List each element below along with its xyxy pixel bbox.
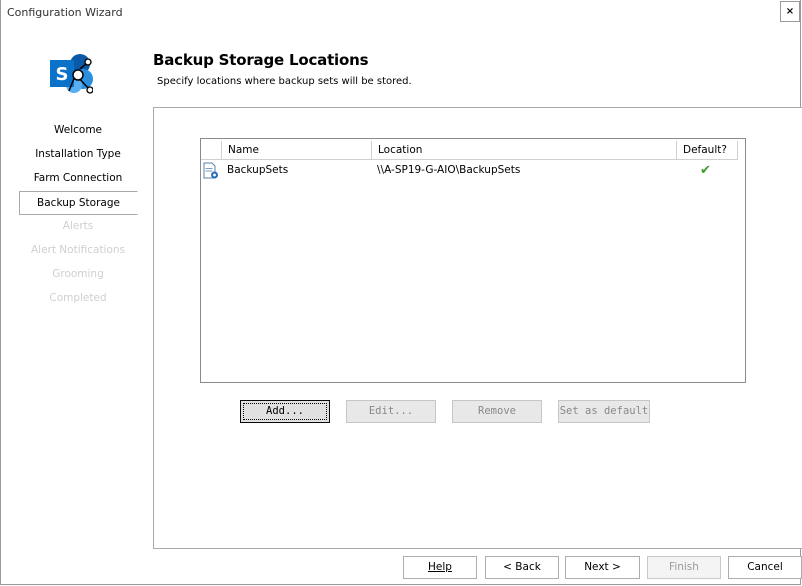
list-header: Name Location Default? xyxy=(201,139,745,160)
backup-locations-list[interactable]: Name Location Default? BackupSets \\A-SP… xyxy=(200,138,746,383)
step-grooming: Grooming xyxy=(52,268,104,280)
table-row[interactable]: BackupSets \\A-SP19-G-AIO\BackupSets ✔ xyxy=(201,161,745,181)
sharepoint-logo-icon: S xyxy=(50,54,93,94)
step-farm-connection[interactable]: Farm Connection xyxy=(19,167,137,191)
add-button[interactable]: Add... xyxy=(240,400,330,423)
page-subtitle: Specify locations where backup sets will… xyxy=(157,76,412,87)
column-header-location[interactable]: Location xyxy=(371,141,676,160)
configuration-wizard-window: Configuration Wizard × S Backup Storage … xyxy=(0,0,802,585)
next-button[interactable]: Next > xyxy=(565,556,640,579)
set-default-button[interactable]: Set as default xyxy=(558,400,650,423)
page-title: Backup Storage Locations xyxy=(153,51,369,69)
title-bar: Configuration Wizard × xyxy=(1,0,800,26)
step-installation-type[interactable]: Installation Type xyxy=(19,143,137,167)
checkmark-icon: ✔ xyxy=(700,163,711,178)
add-button-label: Add... xyxy=(266,405,304,417)
row-location: \\A-SP19-G-AIO\BackupSets xyxy=(377,164,521,176)
column-header-name[interactable]: Name xyxy=(221,141,371,160)
row-name: BackupSets xyxy=(227,164,289,176)
step-completed: Completed xyxy=(49,292,107,304)
remove-button[interactable]: Remove xyxy=(452,400,542,423)
step-alerts: Alerts xyxy=(62,220,94,232)
finish-button[interactable]: Finish xyxy=(647,556,721,579)
back-button[interactable]: < Back xyxy=(485,556,559,579)
step-alert-notifications: Alert Notifications xyxy=(30,244,126,256)
help-button[interactable]: Help xyxy=(403,556,477,579)
cancel-button[interactable]: Cancel xyxy=(728,556,802,579)
svg-text:S: S xyxy=(56,64,69,85)
wizard-steps: Welcome Installation Type Farm Connectio… xyxy=(19,119,138,311)
step-welcome[interactable]: Welcome xyxy=(19,119,137,143)
backup-set-icon xyxy=(203,162,218,179)
edit-button[interactable]: Edit... xyxy=(346,400,436,423)
close-button[interactable]: × xyxy=(780,1,800,22)
column-header-default[interactable]: Default? xyxy=(676,141,738,160)
step-backup-storage[interactable]: Backup Storage xyxy=(19,191,138,215)
header-icon-column xyxy=(201,141,221,160)
window-title: Configuration Wizard xyxy=(7,6,123,19)
help-label: Help xyxy=(428,561,452,573)
